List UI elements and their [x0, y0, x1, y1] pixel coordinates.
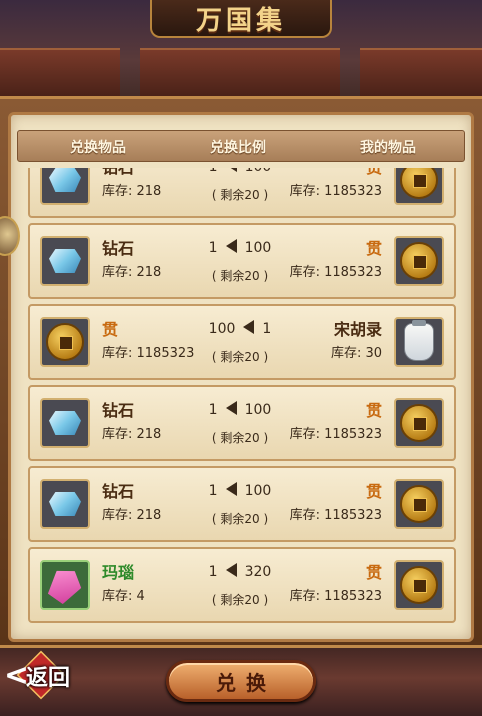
ratio-give: 1 [208, 402, 218, 418]
ratio-give: 100 [208, 321, 236, 337]
exchange-button-label: 兑换 [216, 670, 276, 695]
my-item-name: 贯 [365, 482, 382, 501]
ratio-get: 100 [245, 168, 272, 175]
give-item-stock: 库存: 218 [102, 508, 162, 523]
give-item-stock: 库存: 1185323 [102, 346, 195, 361]
my-item-name: 贯 [365, 239, 382, 258]
coin-icon [400, 566, 438, 604]
my-item-stock: 库存: 1185323 [289, 265, 382, 280]
ratio-arrow-icon [225, 482, 237, 496]
item-slot[interactable] [394, 317, 444, 367]
header-ratio: 兑换比例 [210, 140, 266, 156]
exchange-ratio: 100 1 [190, 320, 290, 337]
my-item-stock: 库存: 1185323 [289, 184, 382, 199]
exchange-button[interactable]: 兑换 [166, 660, 316, 702]
ratio-get: 320 [244, 564, 272, 580]
give-item-name: 钻石 [102, 168, 134, 178]
page-title: 万国集 [195, 5, 286, 36]
remaining-count: ( 剩余20 ) [211, 512, 269, 526]
give-item-name: 玛瑙 [102, 563, 135, 582]
ratio-arrow-icon [243, 320, 255, 334]
ratio-get: 1 [262, 321, 272, 337]
coin-icon [400, 404, 438, 442]
ratio-arrow-icon [225, 239, 237, 253]
give-item-stock: 库存: 218 [102, 427, 162, 442]
give-item-stock: 库存: 218 [102, 184, 162, 199]
back-button[interactable]: < 返回 [2, 650, 82, 700]
my-item-stock: 库存: 30 [330, 346, 382, 361]
my-item-stock: 库存: 1185323 [289, 589, 382, 604]
ratio-give: 1 [209, 168, 218, 175]
item-slot[interactable] [40, 560, 90, 610]
exchange-list[interactable]: 钻石 库存: 218 1 100 ( 剩余20 ) 贯 库存: 1185323 钻… [28, 168, 456, 624]
agate-icon [43, 562, 87, 607]
coin-icon [400, 485, 438, 523]
coin-icon [400, 168, 438, 199]
give-item-name: 贯 [102, 320, 119, 339]
ratio-arrow-icon [225, 563, 237, 577]
coin-icon [46, 323, 84, 361]
ratio-get: 100 [244, 483, 272, 499]
exchange-row[interactable]: 钻石 库存: 218 1 100 ( 剩余20 ) 贯 库存: 1185323 [28, 385, 456, 461]
title-plaque: 万国集 [150, 0, 332, 38]
give-item-stock: 库存: 4 [102, 589, 145, 604]
my-item-name: 宋胡录 [333, 320, 382, 339]
remaining-count: ( 剩余20 ) [211, 593, 269, 607]
exchange-row[interactable]: 钻石 库存: 218 1 100 ( 剩余20 ) 贯 库存: 1185323 [28, 223, 456, 299]
exchange-ratio: 1 320 [190, 563, 290, 580]
item-slot[interactable] [394, 560, 444, 610]
my-item-name: 贯 [365, 401, 382, 420]
remaining-count: ( 剩余20 ) [211, 350, 269, 364]
ratio-get: 100 [244, 240, 272, 256]
exchange-ratio: 1 100 [190, 401, 290, 418]
ratio-give: 1 [208, 240, 218, 256]
diamond-icon [45, 168, 85, 196]
ratio-arrow-icon [225, 401, 237, 415]
exchange-ratio: 1 100 [190, 168, 290, 175]
back-label: 返回 [26, 665, 71, 691]
header-exchange-item: 兑换物品 [70, 140, 126, 156]
my-item-stock: 库存: 1185323 [289, 427, 382, 442]
my-item-stock: 库存: 1185323 [289, 508, 382, 523]
exchange-row[interactable]: 钻石 库存: 218 1 100 ( 剩余20 ) 贯 库存: 1185323 [28, 466, 456, 542]
my-item-name: 贯 [365, 563, 382, 582]
diamond-icon [45, 407, 85, 439]
exchange-row[interactable]: 贯 库存: 1185323 100 1 ( 剩余20 ) 宋胡录 库存: 30 [28, 304, 456, 380]
item-slot[interactable] [40, 479, 90, 529]
item-slot[interactable] [40, 398, 90, 448]
background-shelf [0, 48, 120, 96]
diamond-icon [45, 488, 85, 520]
exchange-row[interactable]: 钻石 库存: 218 1 100 ( 剩余20 ) 贯 库存: 1185323 [28, 168, 456, 218]
exchange-ratio: 1 100 [190, 239, 290, 256]
item-slot[interactable] [40, 317, 90, 367]
item-slot[interactable] [40, 168, 90, 205]
give-item-name: 钻石 [102, 239, 135, 258]
background-shelf [360, 48, 482, 96]
item-slot[interactable] [40, 236, 90, 286]
background-shelf [140, 48, 340, 96]
give-item-name: 钻石 [102, 401, 135, 420]
remaining-count: ( 剩余20 ) [211, 269, 269, 283]
coin-icon [400, 242, 438, 280]
remaining-count: ( 剩余20 ) [211, 431, 269, 445]
diamond-icon [45, 245, 85, 277]
item-slot[interactable] [394, 398, 444, 448]
give-item-stock: 库存: 218 [102, 265, 162, 280]
my-item-name: 贯 [366, 168, 382, 178]
porcelain-jar-icon [404, 320, 434, 361]
ratio-give: 1 [208, 483, 218, 499]
item-slot[interactable] [394, 168, 444, 205]
exchange-ratio: 1 100 [190, 482, 290, 499]
table-header: 兑换物品 兑换比例 我的物品 [17, 130, 465, 162]
give-item-name: 钻石 [102, 482, 135, 501]
ratio-get: 100 [244, 402, 272, 418]
exchange-row[interactable]: 玛瑙 库存: 4 1 320 ( 剩余20 ) 贯 库存: 1185323 [28, 547, 456, 623]
header-my-item: 我的物品 [360, 140, 416, 156]
item-slot[interactable] [394, 479, 444, 529]
ratio-give: 1 [208, 564, 218, 580]
remaining-count: ( 剩余20 ) [211, 188, 269, 202]
ratio-arrow-icon [225, 168, 237, 172]
item-slot[interactable] [394, 236, 444, 286]
